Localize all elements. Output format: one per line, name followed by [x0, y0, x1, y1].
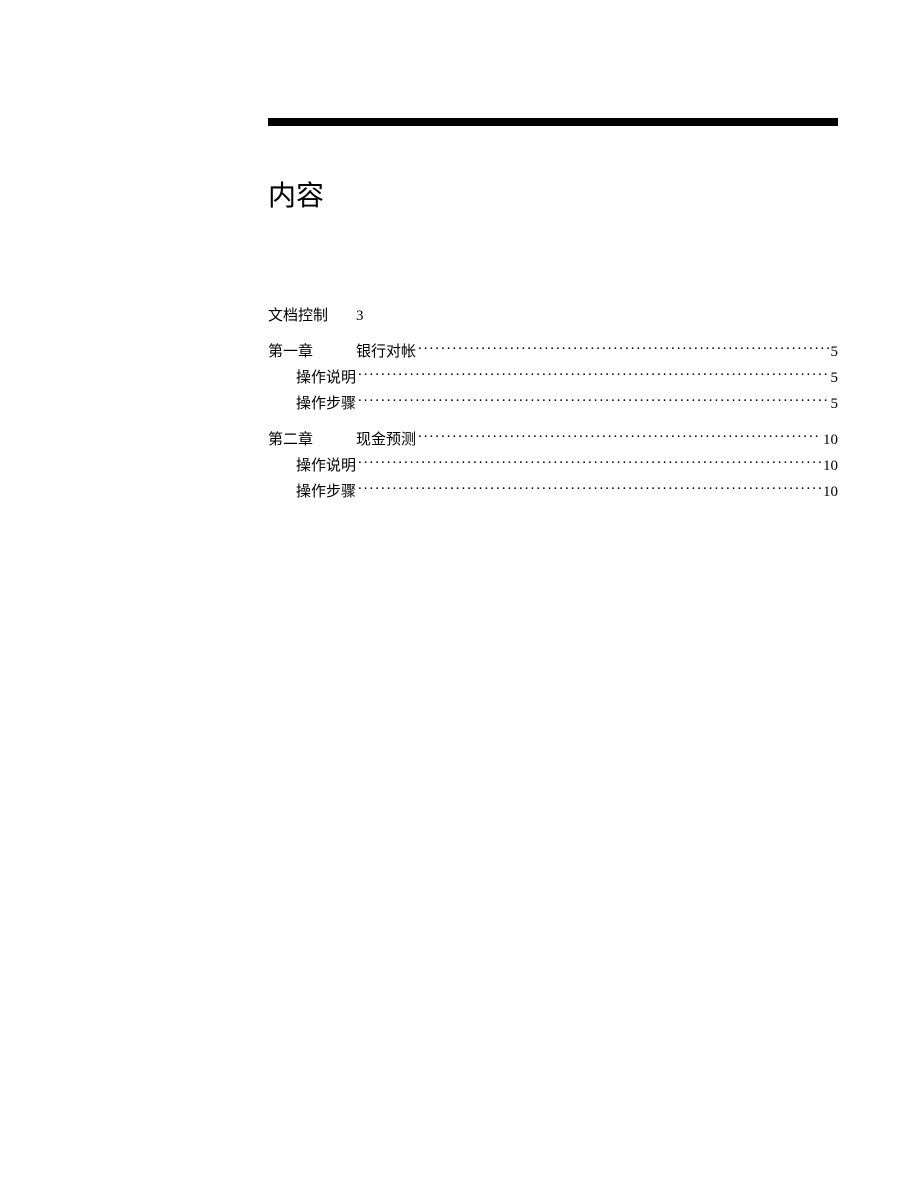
toc-chapter-title: 现金预测: [356, 430, 416, 451]
toc-page-number: 10: [821, 430, 838, 451]
toc-sub-row: 操作步骤 10: [268, 481, 838, 503]
toc-sub-row: 操作步骤 5: [268, 393, 838, 415]
toc-sub-row: 操作说明 10: [268, 455, 838, 477]
toc-page-number: 5: [829, 368, 839, 389]
toc-chapter-label: 第二章: [268, 430, 356, 451]
toc-sub-title: 操作步骤: [296, 394, 356, 415]
toc-doc-control-row: 文档控制 3: [268, 306, 838, 327]
document-page: 内容 文档控制 3 第一章 银行对帐 5 操作说明 5 操作步骤 5 第二章 现…: [0, 0, 920, 503]
page-title: 内容: [268, 174, 838, 214]
toc-page-number: 5: [829, 342, 839, 363]
table-of-contents: 文档控制 3 第一章 银行对帐 5 操作说明 5 操作步骤 5 第二章 现金预测…: [268, 306, 838, 503]
toc-leader: [356, 393, 828, 408]
toc-chapter-row: 第二章 现金预测 10: [268, 429, 838, 451]
horizontal-rule: [268, 118, 838, 126]
toc-leader: [416, 341, 828, 356]
toc-chapter-title: 银行对帐: [356, 342, 416, 363]
toc-leader: [416, 429, 821, 444]
toc-page-number: 10: [821, 456, 838, 477]
toc-leader: [356, 455, 821, 470]
toc-doc-control-label: 文档控制: [268, 306, 356, 327]
toc-leader: [356, 367, 828, 382]
toc-chapter-label: 第一章: [268, 342, 356, 363]
toc-page-number: 10: [821, 482, 838, 503]
toc-page-number: 5: [829, 394, 839, 415]
toc-sub-row: 操作说明 5: [268, 367, 838, 389]
toc-sub-title: 操作说明: [296, 456, 356, 477]
toc-sub-title: 操作说明: [296, 368, 356, 389]
toc-sub-title: 操作步骤: [296, 482, 356, 503]
toc-chapter-row: 第一章 银行对帐 5: [268, 341, 838, 363]
toc-leader: [356, 481, 821, 496]
toc-doc-control-page: 3: [356, 306, 364, 327]
